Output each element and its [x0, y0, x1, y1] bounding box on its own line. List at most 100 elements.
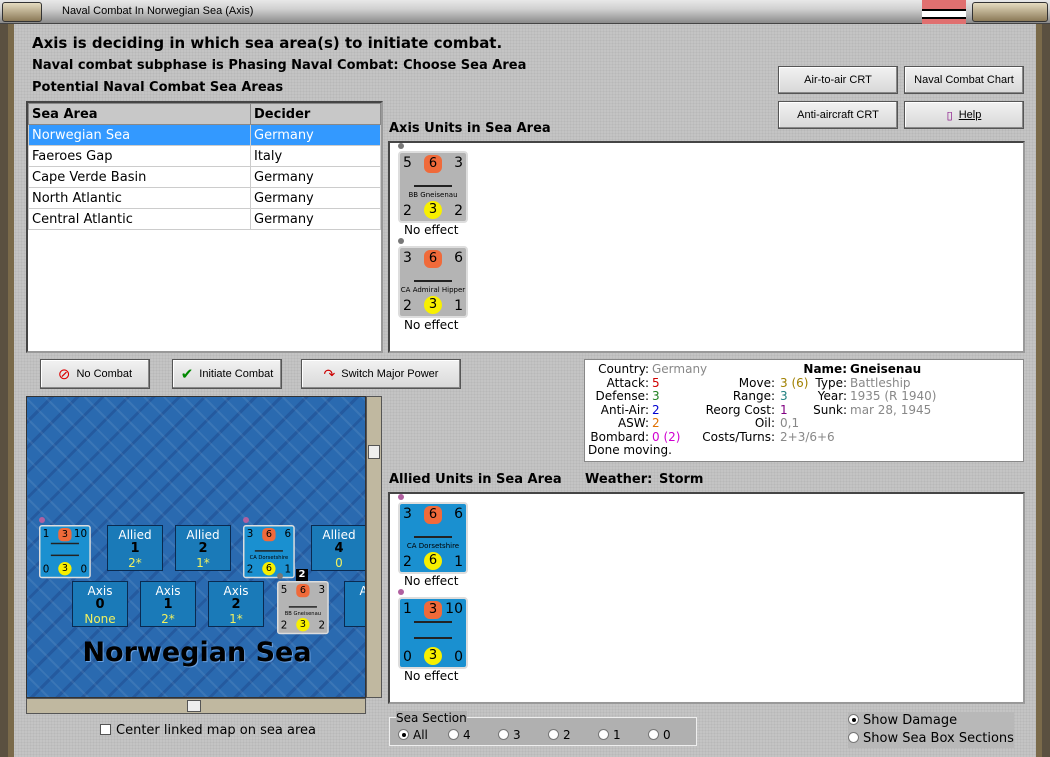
table-row[interactable]: North Atlantic Germany [28, 187, 381, 209]
help-button[interactable]: ▯ Help [904, 101, 1024, 129]
decider-cell[interactable]: Germany [250, 187, 381, 209]
unit-name: CA Dorsetshire [249, 554, 289, 561]
radio-button[interactable] [648, 729, 659, 740]
counter-value: 6 [284, 527, 292, 540]
axis-sea-box[interactable]: Axis 0 None [72, 581, 128, 627]
table-row[interactable]: Central Atlantic Germany [28, 208, 381, 230]
map-vertical-scrollbar[interactable] [366, 396, 382, 698]
info-costs-value: 2+3/6+6 [780, 429, 835, 444]
sea-section-radio-1[interactable]: 1 [598, 728, 648, 742]
axis-sea-box[interactable]: Axis3 [344, 581, 365, 627]
box-value: 1* [229, 612, 243, 626]
info-asw-label: ASW: [617, 416, 649, 430]
counter-value: 6 [454, 506, 463, 522]
unit-counter[interactable]: 3 6 6 CA Admiral Hipper 2 3 1 [398, 246, 468, 318]
decider-cell[interactable]: Italy [250, 145, 381, 167]
air-to-air-crt-button[interactable]: Air-to-air CRT [778, 66, 898, 94]
window-control-button[interactable] [972, 2, 1048, 22]
box-value: 2* [161, 612, 175, 626]
table-row[interactable]: Faeroes Gap Italy [28, 145, 381, 167]
unit-name: BB Gneisenau [408, 191, 458, 199]
unit-entry[interactable]: 5 6 3 BB Gneisenau 2 3 2 No effect [398, 143, 468, 237]
counter-defense: 3 [424, 201, 442, 219]
title-bar[interactable]: Naval Combat In Norwegian Sea (Axis) [0, 0, 1050, 24]
unit-counter[interactable]: 5 6 3 BB Gneisenau 2 3 2 [398, 151, 468, 223]
counter-value: 0 [42, 563, 50, 576]
sea-area-map[interactable]: 1 3 10 0 3 0 3 6 6 CA Dorsetshire 2 6 1 … [26, 396, 366, 698]
sea-section-radio-3[interactable]: 3 [498, 728, 548, 742]
ship-silhouette-icon [50, 541, 79, 545]
anti-aircraft-crt-button[interactable]: Anti-aircraft CRT [778, 101, 898, 129]
sea-area-cell[interactable]: Norwegian Sea [28, 124, 251, 146]
button-label: Switch Major Power [341, 368, 439, 380]
info-oil-value: 0,1 [780, 416, 800, 430]
status-dot-icon [398, 494, 404, 500]
allied-sea-box[interactable]: Allied 4 0 [311, 525, 365, 571]
sea-area-cell[interactable]: Faeroes Gap [28, 145, 251, 167]
unit-entry[interactable]: 3 6 6 CA Admiral Hipper 2 3 1 No effect [398, 238, 468, 332]
window-menu-button[interactable] [2, 2, 42, 22]
unit-counter[interactable]: 3 6 6 CA Dorsetshire 2 6 1 [243, 525, 295, 579]
combat-effect: No effect [404, 669, 459, 683]
counter-value: 2 [454, 203, 463, 219]
radio-button[interactable] [598, 729, 609, 740]
decider-cell[interactable]: Germany [250, 166, 381, 188]
column-header-sea-area[interactable]: Sea Area [28, 103, 251, 125]
radio-button[interactable] [848, 714, 859, 725]
center-map-checkbox[interactable]: Center linked map on sea area [100, 723, 316, 738]
radio-button[interactable] [448, 729, 459, 740]
table-row[interactable]: Norwegian Sea Germany [28, 124, 381, 146]
checkbox-box[interactable] [100, 724, 111, 735]
sea-areas-heading: Potential Naval Combat Sea Areas [32, 80, 284, 95]
ship-silhouette-icon [414, 534, 452, 538]
button-label: Help [958, 109, 982, 121]
axis-sea-box[interactable]: Axis 1 2* [140, 581, 196, 627]
unit-counter[interactable]: 1 3 10 0 3 0 [398, 597, 468, 669]
unit-entry[interactable]: 3 6 6 CA Dorsetshire 2 6 1 No effect [398, 494, 468, 588]
box-value: 1* [196, 556, 210, 570]
display-option-radio[interactable]: Show Damage [848, 712, 1014, 730]
axis-units-label: Axis Units in Sea Area [389, 121, 551, 136]
decider-cell[interactable]: Germany [250, 124, 381, 146]
sea-area-cell[interactable]: Cape Verde Basin [28, 166, 251, 188]
scrollbar-thumb[interactable] [368, 445, 380, 459]
allied-sea-box[interactable]: Allied 1 2* [107, 525, 163, 571]
box-number: 2 [231, 597, 241, 612]
germany-flag-icon [922, 0, 966, 24]
status-dot-icon [39, 517, 45, 523]
axis-sea-box[interactable]: Axis 2 1* [208, 581, 264, 627]
decider-cell[interactable]: Germany [250, 208, 381, 230]
info-country-label: Country: [598, 362, 649, 376]
sea-area-cell[interactable]: Central Atlantic [28, 208, 251, 230]
radio-label: 0 [663, 728, 671, 742]
unit-counter[interactable]: 5 6 3 BB Gneisenau 2 3 2 [277, 581, 329, 635]
ship-silhouette-icon [414, 635, 452, 639]
table-row[interactable]: Cape Verde Basin Germany [28, 166, 381, 188]
unit-counter[interactable]: 1 3 10 0 3 0 [39, 525, 91, 579]
scrollbar-thumb[interactable] [187, 700, 201, 712]
radio-button[interactable] [848, 732, 859, 743]
switch-major-power-button[interactable]: ↷ Switch Major Power [301, 359, 461, 389]
naval-combat-chart-button[interactable]: Naval Combat Chart [904, 66, 1024, 94]
unit-counter[interactable]: 3 6 6 CA Dorsetshire 2 6 1 [398, 502, 468, 574]
unit-entry[interactable]: 1 3 10 0 3 0 No effect [398, 589, 468, 683]
allied-sea-box[interactable]: Allied 2 1* [175, 525, 231, 571]
box-number: 3 [345, 598, 365, 612]
radio-button[interactable] [398, 729, 409, 740]
sea-section-radio-2[interactable]: 2 [548, 728, 598, 742]
sea-area-cell[interactable]: North Atlantic [28, 187, 251, 209]
counter-value: 2 [403, 298, 412, 314]
no-combat-button[interactable]: ⊘ No Combat [40, 359, 150, 389]
map-horizontal-scrollbar[interactable] [26, 698, 366, 714]
counter-value: 2 [403, 203, 412, 219]
initiate-combat-button[interactable]: ✔ Initiate Combat [172, 359, 282, 389]
column-header-decider[interactable]: Decider [250, 103, 381, 125]
radio-button[interactable] [498, 729, 509, 740]
radio-button[interactable] [548, 729, 559, 740]
display-option-radio[interactable]: Show Sea Box Sections [848, 730, 1014, 748]
sea-section-radio-4[interactable]: 4 [448, 728, 498, 742]
sea-section-radio-0[interactable]: 0 [648, 728, 698, 742]
button-label: Air-to-air CRT [804, 74, 872, 86]
sea-section-radio-All[interactable]: All [398, 728, 448, 742]
box-side: Axis [87, 584, 113, 598]
